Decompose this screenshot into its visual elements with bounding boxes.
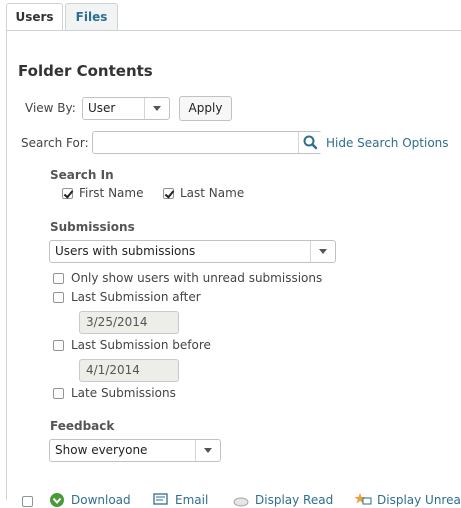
submission-before-date[interactable]: 4/1/2014: [79, 359, 179, 382]
chevron-down-icon: [153, 106, 161, 111]
submission-after-checkbox[interactable]: [53, 292, 64, 303]
apply-button[interactable]: Apply: [179, 96, 232, 121]
search-icon: [303, 135, 318, 150]
first-name-label: First Name: [79, 186, 144, 200]
late-submissions-label: Late Submissions: [71, 386, 176, 400]
feedback-dropdown: [195, 440, 220, 461]
submissions-selected: Users with submissions: [55, 244, 196, 258]
late-submissions-checkbox[interactable]: [53, 388, 64, 399]
download-icon: [50, 493, 64, 507]
view-by-select[interactable]: User: [82, 97, 170, 120]
view-by-dropdown: [144, 98, 169, 119]
submission-after-label: Last Submission after: [71, 290, 201, 304]
select-all-checkbox[interactable]: [22, 496, 33, 507]
feedback-selected: Show everyone: [55, 443, 148, 457]
display-read-icon: [233, 497, 249, 507]
last-name-checkbox[interactable]: [163, 188, 174, 199]
submission-before-checkbox[interactable]: [53, 340, 64, 351]
email-icon: [153, 493, 168, 505]
view-by-label: View By:: [25, 101, 76, 115]
submission-before-label: Last Submission before: [71, 338, 211, 352]
first-name-checkbox[interactable]: [62, 188, 73, 199]
last-name-label: Last Name: [180, 186, 245, 200]
search-for-label: Search For:: [21, 136, 89, 150]
chevron-down-icon: [204, 448, 212, 453]
search-in-heading: Search In: [50, 168, 114, 182]
unread-only-checkbox[interactable]: [53, 273, 64, 284]
submissions-dropdown: [310, 241, 335, 262]
chevron-down-icon: [319, 249, 327, 254]
page-title: Folder Contents: [18, 62, 153, 80]
search-button[interactable]: [298, 132, 322, 153]
hide-search-options-link[interactable]: Hide Search Options: [326, 136, 449, 150]
tab-users[interactable]: Users: [6, 3, 63, 31]
submissions-select[interactable]: Users with submissions: [49, 240, 336, 263]
unread-only-label: Only show users with unread submissions: [71, 271, 323, 285]
submission-after-date[interactable]: 3/25/2014: [79, 311, 179, 334]
tab-strip: Users Files: [0, 0, 461, 31]
feedback-select[interactable]: Show everyone: [49, 439, 221, 462]
submissions-heading: Submissions: [50, 220, 135, 234]
search-input[interactable]: [92, 131, 322, 154]
view-by-selected: User: [88, 101, 116, 115]
feedback-heading: Feedback: [50, 419, 115, 433]
tab-files[interactable]: Files: [65, 3, 118, 30]
display-unread-icon: [354, 493, 372, 505]
